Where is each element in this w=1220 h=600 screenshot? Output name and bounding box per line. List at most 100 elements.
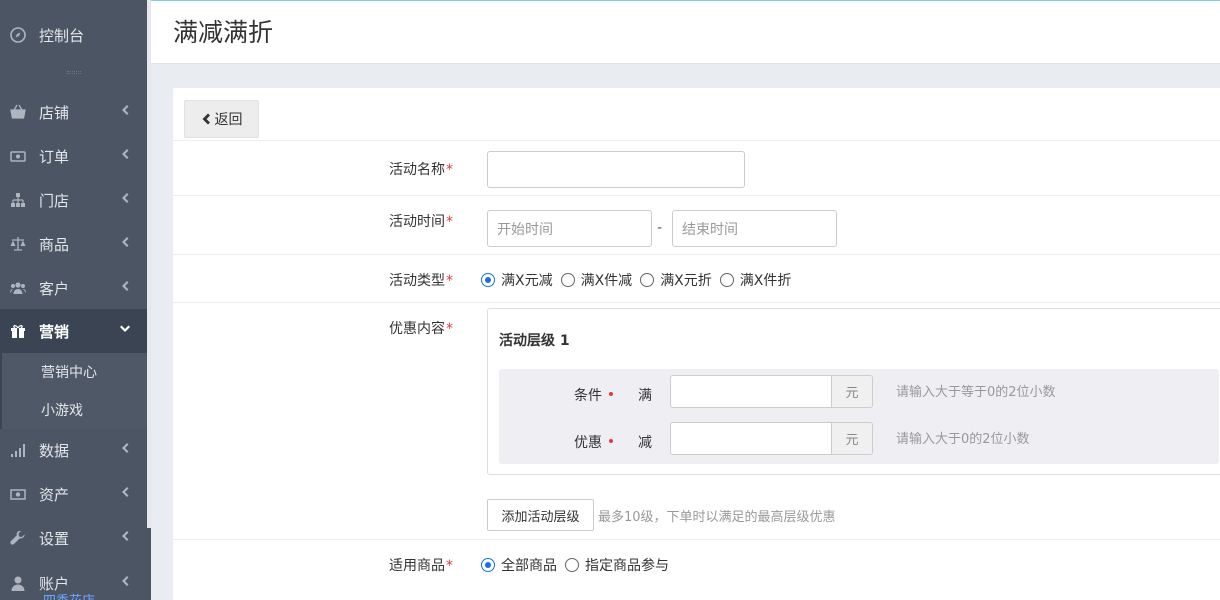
chevron-left-icon — [119, 104, 135, 120]
activity-time-label: 活动时间* — [389, 214, 453, 230]
radio-button[interactable] — [719, 273, 734, 287]
sidebar-item-assets[interactable]: 资产 — [0, 472, 147, 516]
sidebar-item-label: 客户 — [39, 279, 70, 298]
chevron-left-icon — [202, 113, 210, 125]
radio-button[interactable] — [560, 273, 575, 287]
chevron-left-icon — [119, 530, 135, 546]
applicable-products-radio-group: 全部商品 指定商品参与 — [481, 555, 677, 575]
add-tier-button[interactable]: 添加活动层级 — [487, 499, 594, 531]
basket-icon — [9, 103, 27, 121]
activity-name-label: 活动名称* — [389, 162, 453, 178]
page-header: 满减满折 — [151, 0, 1220, 64]
radio-button[interactable] — [481, 558, 495, 572]
benefit-hint: 请输入大于0的2位小数 — [896, 432, 1030, 447]
radio-option-amount-reduce[interactable]: 满X元减 — [481, 270, 553, 290]
sidebar-item-store[interactable]: 店铺 — [0, 90, 147, 134]
row-divider — [173, 539, 1220, 540]
sidebar-item-label: 商品 — [39, 235, 70, 254]
chevron-left-icon — [119, 575, 135, 591]
wrench-icon — [9, 529, 27, 547]
sidebar-subitem-marketing-center[interactable]: 营销中心 — [0, 353, 147, 391]
chevron-left-icon — [119, 486, 135, 502]
signal-icon — [9, 441, 27, 459]
radio-option-count-reduce[interactable]: 满X件减 — [560, 270, 632, 290]
discount-content-label: 优惠内容* — [389, 321, 453, 337]
money-icon — [9, 147, 27, 165]
sidebar-item-label: 订单 — [39, 147, 70, 166]
sidebar-item-stores[interactable]: 门店 — [0, 178, 147, 222]
activity-type-label: 活动类型* — [389, 273, 453, 289]
user-icon — [9, 574, 27, 592]
sidebar-item-products[interactable]: 商品 — [0, 222, 147, 266]
page-title: 满减满折 — [173, 18, 274, 47]
required-dot — [609, 392, 613, 396]
start-time-input[interactable]: 开始时间 — [487, 210, 652, 247]
sidebar-item-label: 设置 — [39, 529, 70, 548]
condition-operator: 满 — [638, 388, 652, 404]
sidebar-item-console[interactable]: 控制台 — [0, 13, 147, 57]
money-bill-icon — [9, 485, 27, 503]
sitemap-icon — [9, 191, 27, 209]
sidebar-item-label: 店铺 — [39, 103, 70, 122]
back-button-label: 返回 — [214, 112, 243, 128]
sidebar-item-label: 资产 — [39, 485, 70, 504]
end-time-input[interactable]: 结束时间 — [672, 210, 837, 247]
form-card: 返回 活动名称* 活动时间* 开始时间 - 结束时间 活动类型* 满X元减 满X… — [173, 88, 1220, 600]
row-divider — [173, 254, 1220, 255]
balance-scale-icon — [9, 235, 27, 253]
chevron-left-icon — [119, 236, 135, 252]
chevron-left-icon — [119, 192, 135, 208]
sidebar-item-label: 控制台 — [39, 26, 85, 45]
sidebar-item-label: 门店 — [39, 191, 70, 210]
radio-button[interactable] — [565, 558, 579, 572]
applicable-products-label: 适用商品* — [389, 558, 453, 574]
currency-unit: 元 — [831, 376, 872, 407]
time-separator: - — [657, 220, 663, 236]
chevron-left-icon — [119, 148, 135, 164]
sidebar-item-settings[interactable]: 设置 — [0, 516, 147, 560]
chevron-left-icon — [119, 442, 135, 458]
sidebar-subitem-mini-games[interactable]: 小游戏 — [0, 391, 147, 429]
row-divider — [173, 302, 1220, 303]
condition-label: 条件 — [574, 385, 613, 405]
radio-option-amount-discount[interactable]: 满X元折 — [640, 270, 712, 290]
gift-icon — [9, 322, 27, 340]
benefit-amount-field[interactable] — [671, 423, 831, 454]
activity-name-input[interactable] — [487, 151, 745, 188]
sidebar-item-label: 数据 — [39, 441, 70, 460]
add-tier-hint: 最多10级，下单时以满足的最高层级优惠 — [598, 510, 836, 525]
radio-button[interactable] — [481, 273, 495, 287]
radio-button[interactable] — [640, 273, 655, 287]
compass-icon — [9, 26, 27, 44]
row-divider — [173, 140, 1220, 141]
condition-hint: 请输入大于等于0的2位小数 — [896, 385, 1056, 400]
activity-tier-panel: 活动层级 1 条件 满 元 请输入大于等于0的2位小数 优惠 减 元 请输入大于… — [487, 308, 1220, 475]
row-divider — [173, 195, 1220, 196]
benefit-amount-input[interactable]: 元 — [670, 422, 873, 455]
radio-option-count-discount[interactable]: 满X件折 — [719, 270, 791, 290]
sidebar-collapse-handle[interactable] — [67, 71, 81, 74]
activity-type-radio-group: 满X元减 满X件减 满X元折 满X件折 — [481, 270, 799, 290]
condition-amount-field[interactable] — [671, 376, 831, 407]
sidebar-item-label: 营销 — [39, 322, 70, 341]
shop-name[interactable]: 四季花店 — [43, 590, 95, 600]
sidebar-subitem-label: 小游戏 — [41, 403, 83, 419]
back-button[interactable]: 返回 — [184, 100, 259, 138]
benefit-label: 优惠 — [574, 432, 613, 452]
sidebar-scrollbar[interactable] — [147, 0, 151, 528]
sidebar-item-customers[interactable]: 客户 — [0, 266, 147, 310]
condition-amount-input[interactable]: 元 — [670, 375, 873, 408]
benefit-operator: 减 — [638, 435, 652, 451]
sidebar-item-data[interactable]: 数据 — [0, 428, 147, 472]
radio-option-all-products[interactable]: 全部商品 — [481, 555, 557, 575]
sidebar-subitem-label: 营销中心 — [41, 365, 97, 381]
currency-unit: 元 — [831, 423, 872, 454]
chevron-down-icon — [119, 323, 135, 339]
sidebar: 控制台 店铺 订单 门店 商品 客户 营销 营销中心 小游戏 数据 资产 设置 … — [0, 0, 151, 600]
sidebar-item-marketing[interactable]: 营销 — [0, 309, 147, 353]
required-dot — [609, 439, 613, 443]
sidebar-item-orders[interactable]: 订单 — [0, 134, 147, 178]
radio-option-selected-products[interactable]: 指定商品参与 — [565, 555, 669, 575]
tier-title: 活动层级 1 — [499, 333, 570, 349]
users-icon — [9, 279, 27, 297]
